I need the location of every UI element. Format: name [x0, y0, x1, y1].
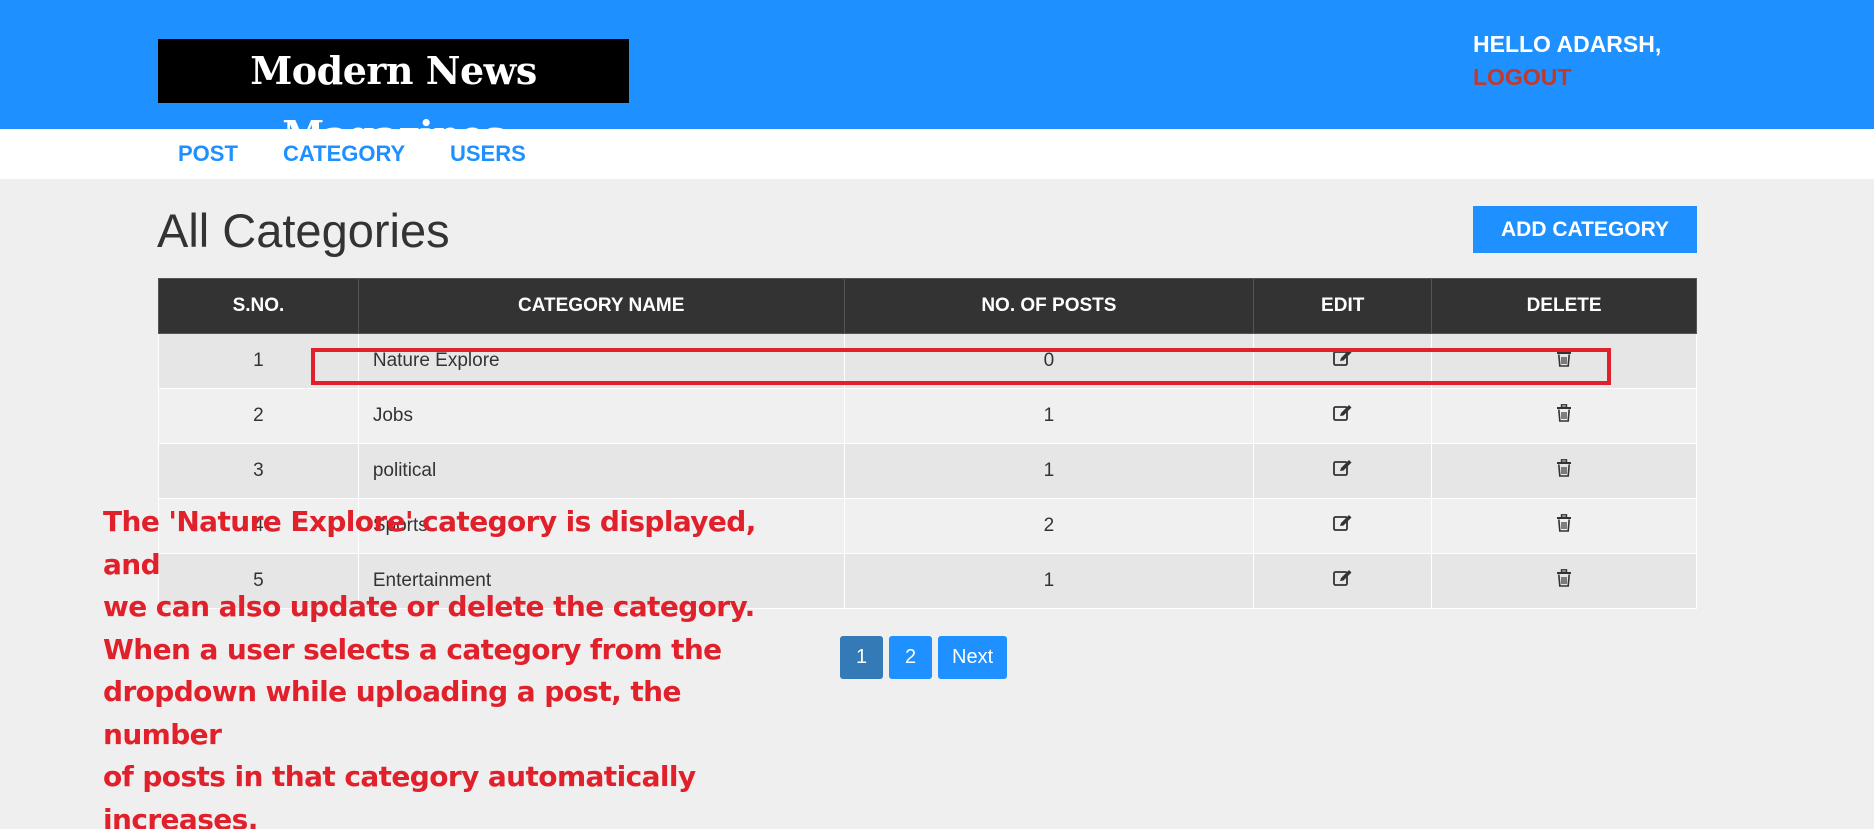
column-header-posts: NO. OF POSTS [843, 278, 1255, 334]
column-header-delete: DELETE [1431, 278, 1697, 334]
edit-icon[interactable] [1332, 404, 1353, 428]
cell-edit [1253, 388, 1433, 444]
cell-sno: 3 [158, 443, 359, 499]
column-header-edit: EDIT [1253, 278, 1433, 334]
cell-edit [1253, 498, 1433, 554]
cell-delete [1431, 388, 1697, 444]
trash-icon[interactable] [1556, 459, 1572, 483]
cell-post-count: 0 [843, 333, 1255, 389]
nav-category[interactable]: CATEGORY [283, 129, 405, 179]
cell-post-count: 1 [843, 443, 1255, 499]
cell-sno: 1 [158, 333, 359, 389]
trash-icon[interactable] [1556, 349, 1572, 373]
nav-users[interactable]: USERS [450, 129, 526, 179]
pagination: 1 2 Next [840, 636, 1008, 679]
cell-post-count: 1 [843, 553, 1255, 609]
cell-delete [1431, 498, 1697, 554]
cell-post-count: 2 [843, 498, 1255, 554]
cell-edit [1253, 443, 1433, 499]
main-nav: POST CATEGORY USERS [0, 129, 1874, 179]
cell-category-name: Nature Explore [357, 333, 845, 389]
table-row: 3 political 1 [158, 443, 1697, 499]
cell-edit [1253, 553, 1433, 609]
page-1-button[interactable]: 1 [840, 636, 883, 679]
cell-sno: 2 [158, 388, 359, 444]
site-header: Modern News Magazines HELLO ADARSH, LOGO… [0, 0, 1874, 157]
logout-link[interactable]: LOGOUT [1473, 63, 1571, 91]
edit-icon[interactable] [1332, 459, 1353, 483]
column-header-sno: S.NO. [158, 278, 359, 334]
column-header-category-name: CATEGORY NAME [357, 278, 845, 334]
cell-category-name: political [357, 443, 845, 499]
edit-icon[interactable] [1332, 349, 1353, 373]
page-2-button[interactable]: 2 [889, 636, 932, 679]
table-row: 2 Jobs 1 [158, 388, 1697, 444]
user-greeting: HELLO ADARSH, [1473, 31, 1662, 57]
table-header-row: S.NO. CATEGORY NAME NO. OF POSTS EDIT DE… [158, 278, 1697, 334]
cell-post-count: 1 [843, 388, 1255, 444]
annotation-text: The 'Nature Explore' category is display… [103, 505, 756, 829]
trash-icon[interactable] [1556, 569, 1572, 593]
trash-icon[interactable] [1556, 514, 1572, 538]
cell-category-name: Jobs [357, 388, 845, 444]
table-row: 1 Nature Explore 0 [158, 333, 1697, 389]
cell-edit [1253, 333, 1433, 389]
next-page-button[interactable]: Next [938, 636, 1008, 679]
edit-icon[interactable] [1332, 514, 1353, 538]
cell-delete [1431, 333, 1697, 389]
add-category-button[interactable]: ADD CATEGORY [1473, 206, 1697, 253]
edit-icon[interactable] [1332, 569, 1353, 593]
nav-post[interactable]: POST [178, 129, 238, 179]
page-title: All Categories [157, 204, 450, 257]
cell-delete [1431, 443, 1697, 499]
cell-delete [1431, 553, 1697, 609]
trash-icon[interactable] [1556, 404, 1572, 428]
site-logo[interactable]: Modern News Magazines [158, 39, 629, 157]
